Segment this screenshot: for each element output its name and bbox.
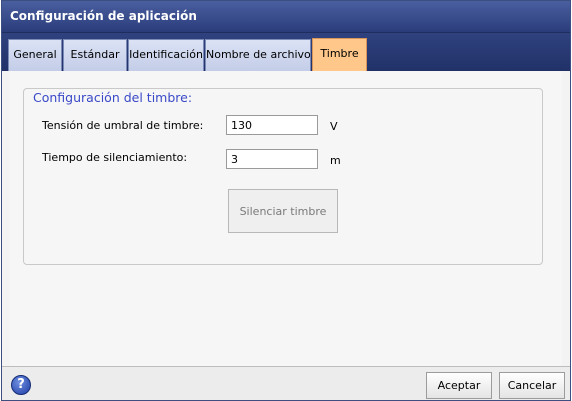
tab-general[interactable]: General	[8, 39, 62, 71]
tab-strip: General Estándar Identificación Nombre d…	[2, 33, 570, 71]
mute-ringer-button[interactable]: Silenciar timbre	[228, 189, 338, 233]
tab-timbre[interactable]: Timbre	[312, 38, 367, 71]
cancel-button[interactable]: Cancelar	[499, 372, 565, 399]
help-icon[interactable]: ?	[11, 375, 31, 395]
title-bar: Configuración de aplicación	[2, 1, 570, 33]
tab-nombre-archivo[interactable]: Nombre de archivo	[205, 39, 311, 71]
window-title: Configuración de aplicación	[10, 9, 197, 23]
app-config-dialog: Configuración de aplicación General Está…	[1, 0, 571, 401]
group-title: Configuración del timbre:	[31, 90, 195, 105]
threshold-voltage-input[interactable]	[226, 115, 318, 135]
silence-time-label: Tiempo de silenciamiento:	[42, 151, 188, 164]
silence-time-unit: m	[330, 154, 341, 167]
tab-content-timbre: Configuración del timbre: Tensión de umb…	[10, 71, 562, 366]
threshold-unit: V	[330, 120, 338, 133]
silence-time-input[interactable]	[226, 149, 318, 169]
ok-button[interactable]: Aceptar	[426, 372, 492, 399]
threshold-label: Tensión de umbral de timbre:	[42, 119, 204, 132]
dialog-footer: ? Aceptar Cancelar	[2, 366, 570, 400]
tab-estandar[interactable]: Estándar	[63, 39, 127, 71]
tab-identificacion[interactable]: Identificación	[128, 39, 204, 71]
